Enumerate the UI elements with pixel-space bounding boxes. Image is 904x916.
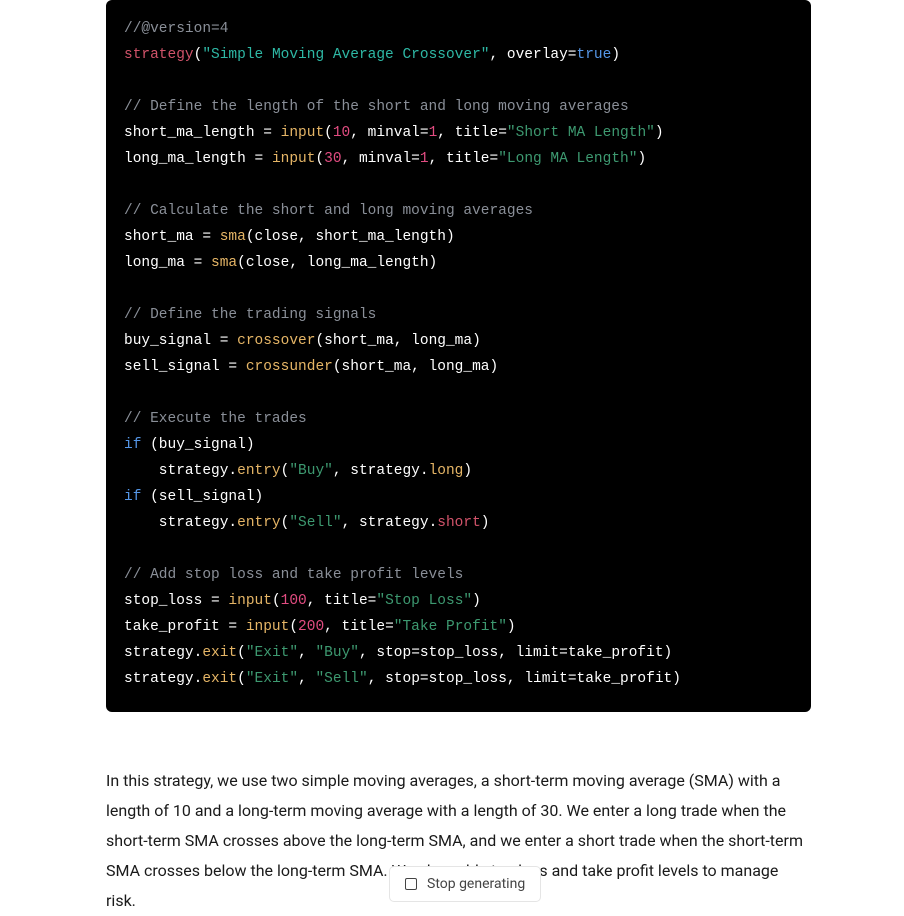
code-line: long_ma_length = input(30, minval=1, tit… (124, 146, 793, 172)
code-line: if (sell_signal) (124, 484, 793, 510)
code-line: buy_signal = crossover(short_ma, long_ma… (124, 328, 793, 354)
code-line: // Define the trading signals (124, 302, 793, 328)
code-line: long_ma = sma(close, long_ma_length) (124, 250, 793, 276)
stop-generating-label: Stop generating (427, 876, 525, 892)
code-line: strategy.entry("Buy", strategy.long) (124, 458, 793, 484)
code-line: take_profit = input(200, title="Take Pro… (124, 614, 793, 640)
code-line: strategy.exit("Exit", "Sell", stop=stop_… (124, 666, 793, 692)
content-container: //@version=4strategy("Simple Moving Aver… (0, 0, 904, 916)
code-line: short_ma_length = input(10, minval=1, ti… (124, 120, 793, 146)
stop-generating-button[interactable]: Stop generating (389, 866, 541, 902)
code-line (124, 68, 793, 94)
code-line: // Execute the trades (124, 406, 793, 432)
code-line: stop_loss = input(100, title="Stop Loss"… (124, 588, 793, 614)
code-line: // Calculate the short and long moving a… (124, 198, 793, 224)
code-line (124, 276, 793, 302)
code-line: if (buy_signal) (124, 432, 793, 458)
code-line: strategy.entry("Sell", strategy.short) (124, 510, 793, 536)
code-line (124, 380, 793, 406)
code-block: //@version=4strategy("Simple Moving Aver… (106, 0, 811, 712)
code-line: short_ma = sma(close, short_ma_length) (124, 224, 793, 250)
code-line: strategy.exit("Exit", "Buy", stop=stop_l… (124, 640, 793, 666)
code-line: // Define the length of the short and lo… (124, 94, 793, 120)
code-line: // Add stop loss and take profit levels (124, 562, 793, 588)
code-line: //@version=4 (124, 16, 793, 42)
code-line (124, 536, 793, 562)
code-line: sell_signal = crossunder(short_ma, long_… (124, 354, 793, 380)
stop-icon (405, 878, 417, 890)
code-content: //@version=4strategy("Simple Moving Aver… (124, 16, 793, 692)
code-line: strategy("Simple Moving Average Crossove… (124, 42, 793, 68)
code-line (124, 172, 793, 198)
